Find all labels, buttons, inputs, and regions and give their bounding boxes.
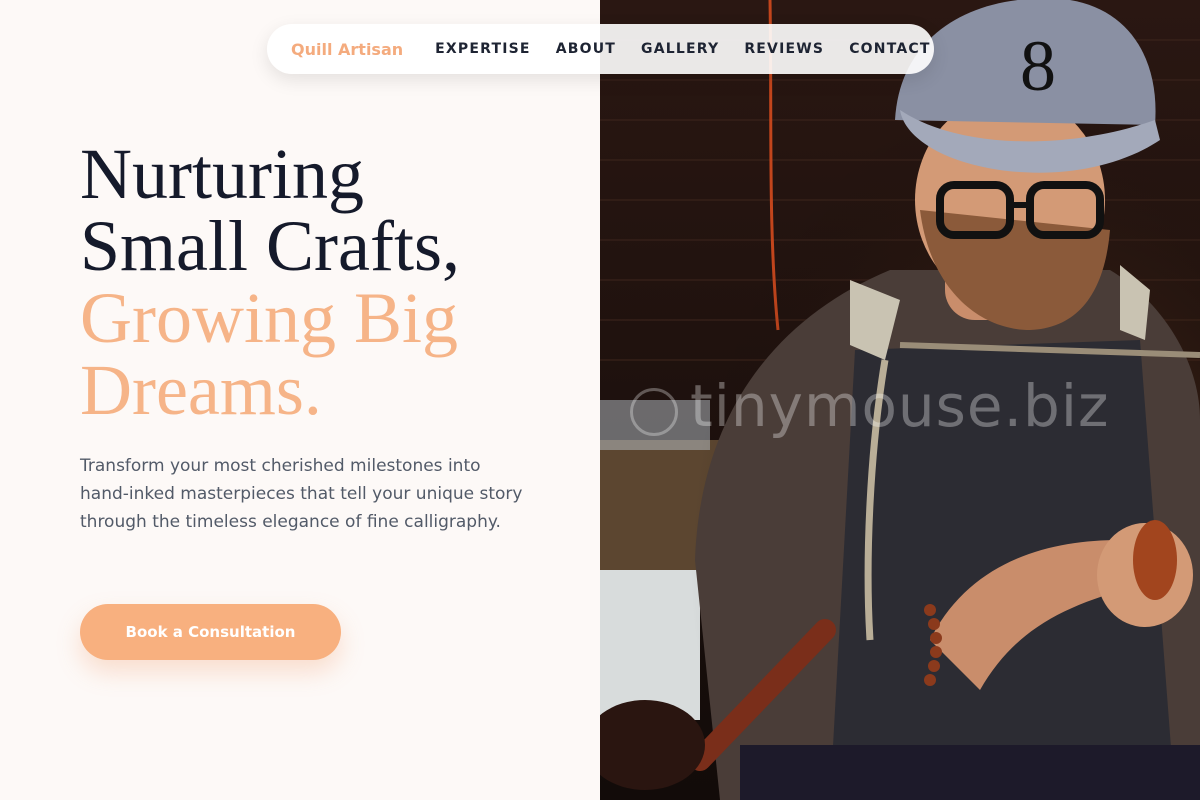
nav-link-expertise[interactable]: EXPERTISE bbox=[435, 41, 531, 57]
nav-link-reviews[interactable]: REVIEWS bbox=[744, 41, 824, 57]
hero-title-accent-line: Dreams. bbox=[80, 350, 322, 430]
hero-title: Nurturing Small Crafts, Growing Big Drea… bbox=[80, 138, 580, 426]
hero-title-line: Nurturing bbox=[80, 134, 364, 214]
hero-title-accent-line: Growing Big bbox=[80, 278, 458, 358]
hero-description: Transform your most cherished milestones… bbox=[80, 456, 523, 532]
nav-links: EXPERTISE ABOUT GALLERY REVIEWS CONTACT bbox=[435, 41, 955, 57]
brand-logo[interactable]: Quill Artisan bbox=[291, 40, 403, 59]
watermark: tinymouse.biz bbox=[690, 372, 1110, 440]
hero-title-line: Small Crafts, bbox=[80, 206, 460, 286]
book-consultation-button[interactable]: Book a Consultation bbox=[80, 604, 341, 660]
watermark-logo-icon bbox=[630, 388, 678, 436]
nav-link-contact[interactable]: CONTACT bbox=[849, 41, 930, 57]
nav-link-gallery[interactable]: GALLERY bbox=[641, 41, 719, 57]
hero-photo: 8 tinymouse.biz bbox=[600, 0, 1200, 800]
navbar: Quill Artisan EXPERTISE ABOUT GALLERY RE… bbox=[267, 24, 934, 74]
nav-link-about[interactable]: ABOUT bbox=[556, 41, 616, 57]
cap-logo: 8 bbox=[1020, 26, 1056, 106]
